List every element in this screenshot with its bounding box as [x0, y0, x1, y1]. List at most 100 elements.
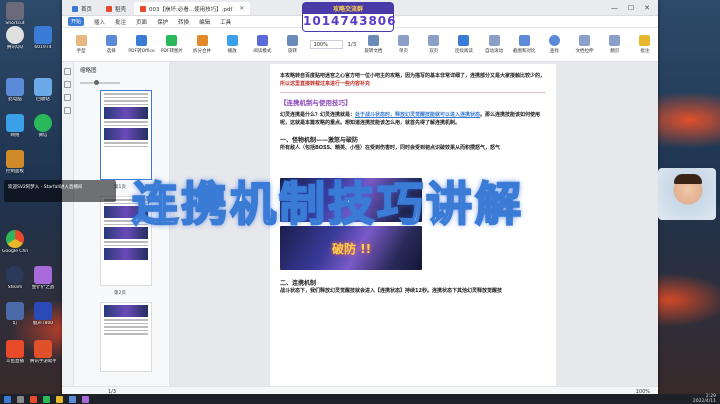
game-icon — [34, 266, 52, 284]
stock-icon — [34, 26, 52, 44]
desktop-icon-shortcut[interactable]: Shortcut — [2, 2, 28, 27]
thumbnail-page-3[interactable] — [100, 302, 152, 372]
continuous-icon — [458, 35, 470, 46]
divider — [280, 92, 546, 93]
thumbnail-size-control — [74, 78, 169, 88]
section-title: 【连携机制与使用技巧】 — [280, 99, 352, 107]
search-panel-icon[interactable] — [64, 107, 71, 114]
search-icon — [548, 35, 560, 46]
maximize-button[interactable]: ☐ — [628, 4, 634, 12]
continuous-read-button[interactable]: 连续阅读 — [451, 35, 477, 54]
home-icon — [72, 5, 78, 12]
search-icon[interactable] — [17, 395, 24, 403]
left-sidebar — [62, 62, 74, 396]
close-button[interactable]: ✕ — [644, 4, 650, 12]
annotate-icon — [639, 35, 651, 46]
tencent-games-icon — [34, 340, 52, 358]
app-icon — [6, 302, 24, 320]
rotate-doc-button[interactable]: 旋转文档 — [360, 35, 386, 54]
scroll-icon — [488, 35, 500, 46]
single-page-icon — [398, 35, 410, 46]
play-icon — [226, 35, 238, 46]
rotate-doc-icon — [367, 35, 379, 46]
desktop-icon-tencent-games[interactable]: 腾讯手游助手 — [30, 340, 56, 365]
taskbar-app-icon[interactable] — [69, 395, 76, 403]
promo-number: 1014743806 — [303, 14, 397, 28]
double-page-button[interactable]: 双页 — [421, 35, 447, 54]
split-icon — [196, 35, 208, 46]
taskbar-app-icon[interactable] — [30, 395, 37, 403]
steam-icon — [6, 266, 24, 284]
thumbnail-label-2: 第2页 — [114, 291, 126, 296]
zoom-select[interactable]: 100% — [309, 40, 344, 49]
menu-protect[interactable]: 保护 — [157, 18, 168, 26]
close-tab-icon[interactable]: ✕ — [239, 5, 244, 12]
combo-paragraph: 战斗状态下，我们释放幻灵觉醒技就会进入【连携状态】持续12秒。连携状态下其他幻灵… — [280, 288, 502, 294]
annotation-list-icon[interactable] — [64, 94, 71, 101]
desktop-icon-chrome[interactable]: Google Chrome — [2, 230, 28, 255]
page-turn-icon — [609, 35, 621, 46]
rotate-button[interactable]: 旋转 — [279, 35, 305, 54]
pdf-icon — [140, 5, 147, 12]
stretch-icon — [579, 35, 591, 46]
select-tool-button[interactable]: 选择 — [98, 35, 124, 54]
single-page-button[interactable]: 单页 — [390, 35, 416, 54]
tab-home[interactable]: 首页 — [66, 2, 98, 15]
desktop-icon-control-panel[interactable]: 控制面板 — [2, 150, 28, 175]
reading-mode-button[interactable]: 阅读模式 — [249, 35, 275, 54]
bookmark-icon[interactable] — [64, 81, 71, 88]
screenshot-compare-button[interactable]: 截图和对比 — [511, 35, 537, 54]
window-controls: — ☐ ✕ — [603, 4, 658, 15]
monster-paragraph: 所有敌人（包括BOSS、精英、小怪）在受到伤害时，同时会受到韧点识破效果从而积攒… — [280, 145, 501, 151]
docer-icon — [106, 5, 113, 12]
page-turn-button[interactable]: 翻页 — [602, 35, 628, 54]
webcam-feed — [658, 168, 716, 220]
menu-tools[interactable]: 工具 — [220, 18, 231, 26]
thumbnail-size-slider[interactable] — [80, 80, 120, 85]
wechat-icon — [34, 114, 52, 132]
tab-docer[interactable]: 稻壳 — [100, 2, 132, 15]
desktop-icon-wechat[interactable]: 微信 — [30, 114, 56, 139]
desktop-icon-computer[interactable]: 此电脑 — [2, 78, 28, 103]
menu-convert[interactable]: 转换 — [178, 18, 189, 26]
menu-comment[interactable]: 批注 — [115, 18, 126, 26]
desktop-icon-douyu[interactable]: 斗鱼直播 — [2, 340, 28, 365]
menu-edit[interactable]: 编辑 — [199, 18, 210, 26]
play-button[interactable]: 播放 — [219, 35, 245, 54]
menu-start[interactable]: 开始 — [68, 17, 85, 26]
intro-paragraph: 本攻略转自百度贴吧迷宫之心官方吧一位小吧主的攻略，因为描写的基本非常详细了，连携… — [280, 73, 546, 87]
desktop-icon-jcc[interactable]: 金铲铲之战 — [30, 266, 56, 291]
find-button[interactable]: 查找 — [541, 35, 567, 54]
image-icon — [166, 35, 178, 46]
minimize-button[interactable]: — — [611, 4, 618, 12]
hand-tool-button[interactable]: 手型 — [68, 35, 94, 54]
desktop-icon-steam[interactable]: Steam — [2, 266, 28, 291]
pdf-to-office-button[interactable]: PDF转Office — [128, 35, 155, 54]
thumbnail-page-1[interactable] — [100, 90, 152, 180]
pdf-to-image-button[interactable]: PDF转图片 — [159, 35, 185, 54]
doc-stretch-button[interactable]: 文档拉伸 — [571, 35, 597, 54]
desktop-icon-qq[interactable]: 腾讯QQ — [2, 26, 28, 51]
auto-scroll-button[interactable]: 自动滚动 — [481, 35, 507, 54]
taskbar-app-icon[interactable] — [43, 395, 50, 403]
desktop-icon-stock[interactable]: 601974 — [30, 26, 56, 51]
taskbar-clock[interactable]: 2:29 2022/4/11 — [693, 394, 720, 404]
split-merge-button[interactable]: 拆分合并 — [189, 35, 215, 54]
page-indicator[interactable]: 1/3 — [347, 42, 356, 48]
toolbar: 手型 选择 PDF转Office PDF转图片 拆分合并 播放 阅读模式 旋转 — [62, 28, 658, 62]
menu-insert[interactable]: 插入 — [94, 18, 105, 26]
annotate-button[interactable]: 批注 — [632, 35, 658, 54]
taskbar-app-icon[interactable] — [82, 395, 89, 403]
menu-page[interactable]: 页面 — [136, 18, 147, 26]
desktop-icon-network[interactable]: 网络 — [2, 114, 28, 139]
tab-pdf-document[interactable]: 003【崩坏:必看...使用技巧】.pdf ✕ — [134, 2, 251, 15]
network-icon — [6, 114, 24, 132]
desktop-icon-huan[interactable]: 幻 — [2, 302, 28, 327]
desktop-icon-recycle[interactable]: 回收站 — [30, 78, 56, 103]
start-icon[interactable] — [4, 395, 11, 403]
taskbar-app-icon[interactable] — [56, 395, 63, 403]
desktop-icon-meisheng[interactable]: 魅声T800 — [30, 302, 56, 327]
double-page-icon — [428, 35, 440, 46]
control-panel-icon — [6, 150, 24, 168]
thumbnail-panel-icon[interactable] — [64, 68, 71, 75]
